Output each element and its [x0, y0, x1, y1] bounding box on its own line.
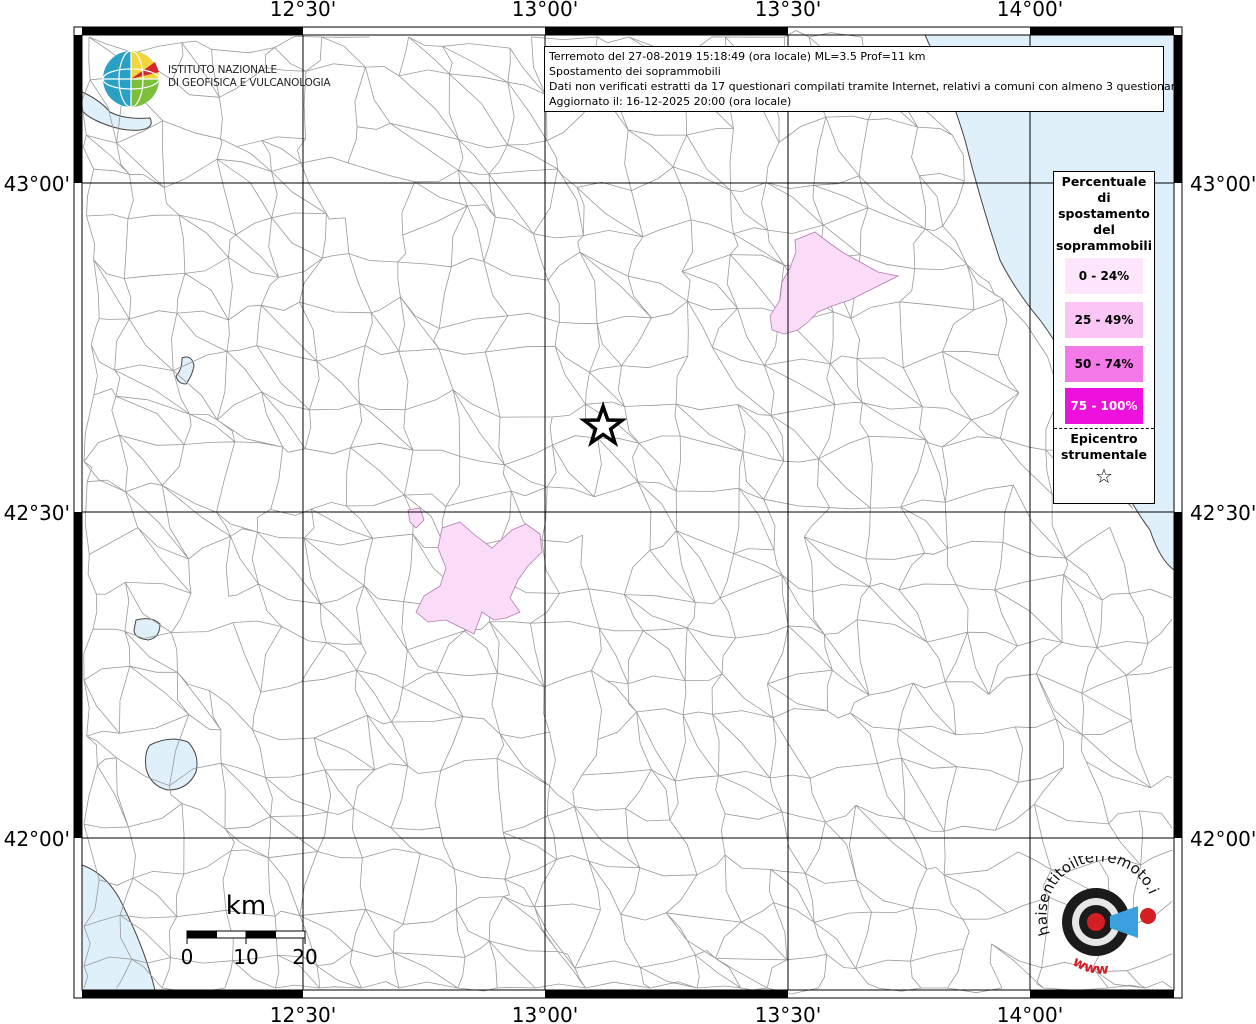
earthquake-info-box: Terremoto del 27-08-2019 15:18:49 (ora l… — [544, 46, 1182, 112]
lon-labels-top: 12°30' 13°00' 13°30' 14°00' — [270, 0, 1063, 21]
legend-star-icon: ☆ — [1095, 464, 1113, 488]
svg-text:www: www — [1070, 954, 1109, 976]
lake-bracciano — [145, 738, 198, 791]
lat-label: 42°00' — [4, 827, 70, 851]
lat-label: 42°30' — [4, 501, 70, 525]
haisentito-badge-icon: haisentitoilterremoto.it www — [1032, 856, 1162, 976]
legend-class-25-49: 25 - 49% — [1065, 302, 1143, 338]
legend-epicenter-label: Epicentro strumentale — [1060, 431, 1148, 462]
legend-class-50-74: 50 - 74% — [1065, 346, 1143, 382]
scale-label-20: 20 — [292, 945, 317, 969]
lat-label: 43°00' — [4, 172, 70, 196]
info-line-parameter: Spostamento dei soprammobili — [549, 65, 721, 78]
lat-labels-right: 43°00' 42°30' 42°00' — [1190, 172, 1256, 851]
lon-labels-bottom: 12°30' 13°00' 13°30' 14°00' — [270, 1003, 1063, 1024]
lon-label: 13°30' — [755, 0, 821, 21]
info-line-source: Dati non verificati estratti da 17 quest… — [549, 80, 1182, 93]
lon-label: 13°00' — [512, 1003, 578, 1024]
lon-label: 14°00' — [997, 0, 1063, 21]
legend: Percentuale di spostamento del soprammob… — [1053, 171, 1155, 504]
scale-unit: km — [226, 891, 266, 921]
legend-separator — [1054, 428, 1154, 429]
lat-label: 42°00' — [1190, 827, 1256, 851]
lon-label: 14°00' — [997, 1003, 1063, 1024]
lon-label: 12°30' — [270, 0, 336, 21]
scale-label-10: 10 — [233, 945, 258, 969]
lon-label: 13°30' — [755, 1003, 821, 1024]
lat-labels-left: 43°00' 42°30' 42°00' — [4, 172, 70, 851]
scale-label-0: 0 — [181, 945, 194, 969]
badge-url: www — [1070, 954, 1109, 976]
ingv-logo-icon — [102, 50, 160, 108]
ingv-logo-text: ISTITUTO NAZIONALE DI GEOFISICA E VULCAN… — [168, 64, 331, 89]
legend-title: Percentuale di spostamento del soprammob… — [1055, 174, 1152, 253]
legend-class-0-24: 0 - 24% — [1065, 258, 1143, 294]
lon-label: 13°00' — [512, 0, 578, 21]
info-line-updated: Aggiornato il: 16-12-2025 20:00 (ora loc… — [549, 95, 792, 108]
info-line-event: Terremoto del 27-08-2019 15:18:49 (ora l… — [549, 50, 926, 63]
legend-class-75-100: 75 - 100% — [1065, 388, 1143, 424]
lat-label: 43°00' — [1190, 172, 1256, 196]
lon-label: 12°30' — [270, 1003, 336, 1024]
lat-label: 42°30' — [1190, 501, 1256, 525]
